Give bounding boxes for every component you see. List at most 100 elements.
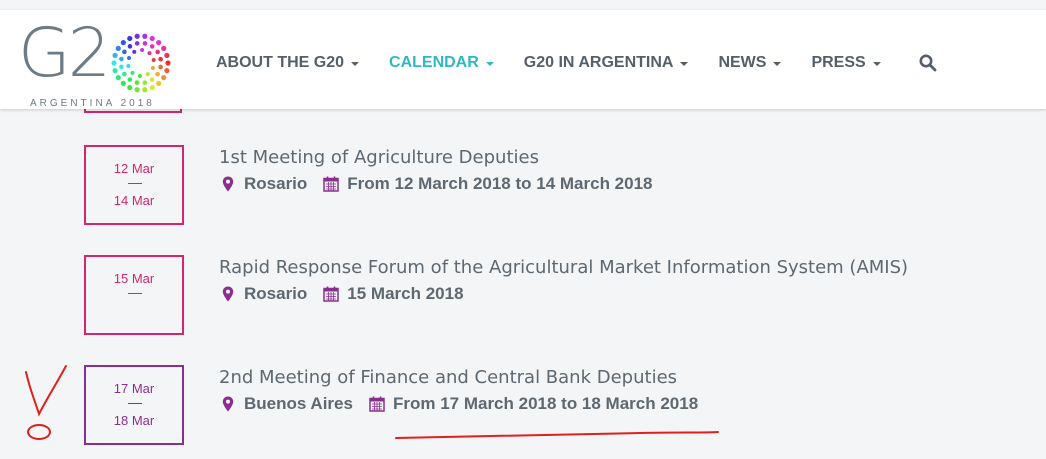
logo-dot: [140, 48, 145, 53]
event-date-box: 15 Mar: [84, 255, 184, 335]
event-dates: From 17 March 2018 to 18 March 2018: [392, 394, 699, 413]
logo-dot: [111, 60, 117, 66]
logo-dot: [149, 77, 155, 82]
nav-about[interactable]: ABOUT THE G20: [216, 54, 360, 72]
date-end: 14 Mar: [113, 193, 155, 208]
event-date-box: 17 Mar 18 Mar: [84, 365, 184, 445]
logo-dot: [158, 64, 163, 70]
logo-text: G2: [18, 14, 111, 93]
event-item: 15 Mar Rapid Response Forum of the Agric…: [0, 255, 1046, 335]
logo-dot: [161, 75, 167, 81]
logo-dot: [127, 35, 133, 42]
logo-dot: [120, 39, 126, 46]
site-header: G2 ARGENTINA 2018 ABOUT THE G20 CALENDAR…: [0, 10, 1046, 109]
nav-news[interactable]: NEWS: [718, 54, 782, 72]
event-title[interactable]: 2nd Meeting of Finance and Central Bank …: [219, 367, 677, 388]
logo-dot: [164, 68, 170, 74]
event-dates: From 12 March 2018 to 14 March 2018: [347, 174, 653, 193]
date-start: 12 Mar: [113, 161, 155, 176]
logo-dot: [155, 71, 160, 77]
chevron-down-icon: [872, 62, 881, 66]
logo-dot: [151, 58, 156, 63]
location-pin-icon: [222, 396, 234, 412]
event-dates: 15 March 2018: [347, 284, 464, 303]
logo-dot: [127, 44, 133, 49]
logo-dot: [156, 80, 162, 87]
event-title[interactable]: Rapid Response Forum of the Agricultural…: [219, 257, 908, 278]
logo-dot: [127, 77, 133, 82]
event-meta: Buenos Aires From 17 March 2018 to 18 Ma…: [222, 393, 698, 415]
location-pin-icon: [222, 176, 234, 192]
logo-dot: [149, 44, 155, 49]
nav-g20-in-argentina[interactable]: G20 IN ARGENTINA: [524, 54, 689, 72]
logo-dot: [137, 73, 142, 78]
logo-dot: [149, 35, 155, 42]
logo-dot: [127, 84, 133, 91]
logo-dot: [142, 80, 148, 85]
logo-dot: [145, 72, 150, 77]
logo-dot: [130, 70, 135, 75]
logo-dot: [164, 52, 170, 58]
logo-dot: [126, 63, 131, 68]
logo-dot: [119, 56, 124, 62]
location-pin-icon: [222, 286, 234, 302]
logo-dot: [134, 41, 140, 46]
logo-dot: [115, 75, 121, 81]
logo-dot: [115, 45, 121, 51]
nav-label: G20 IN ARGENTINA: [523, 54, 674, 71]
date-separator: [128, 183, 142, 184]
nav-press[interactable]: PRESS: [811, 54, 881, 72]
logo-dot: [155, 49, 160, 55]
event-date-box: 12 Mar 14 Mar: [84, 145, 184, 225]
event-location: Rosario: [244, 284, 308, 303]
calendar-icon: [323, 286, 340, 302]
chevron-down-icon: [485, 62, 494, 66]
logo-dot: [112, 68, 118, 74]
date-end: 18 Mar: [113, 413, 155, 428]
event-meta: Rosario From 12 March 2018 to 14 March 2…: [222, 173, 653, 195]
logo-dot: [134, 33, 140, 39]
event-meta: Rosario 15 March 2018: [222, 283, 464, 305]
logo-dot: [127, 55, 132, 60]
event-title[interactable]: 1st Meeting of Agriculture Deputies: [219, 147, 539, 168]
event-item: 17 Mar 18 Mar 2nd Meeting of Finance and…: [0, 365, 1046, 445]
date-separator: [128, 293, 142, 294]
logo-dot: [122, 49, 127, 55]
logo-dot: [142, 33, 148, 39]
logo-dot: [112, 52, 118, 58]
logo-dot: [122, 71, 127, 77]
logo-dot: [134, 80, 140, 85]
nav-label: CALENDAR: [389, 54, 479, 71]
sun-logo-icon: [111, 33, 171, 93]
logo-subtitle: ARGENTINA 2018: [30, 98, 155, 109]
logo-dot: [149, 84, 155, 91]
date-separator: [128, 403, 142, 404]
chevron-down-icon: [680, 62, 689, 66]
nav-label: NEWS: [718, 54, 767, 71]
logo-dot: [158, 56, 163, 62]
logo-dot: [147, 51, 152, 56]
event-item: 12 Mar 14 Mar 1st Meeting of Agriculture…: [0, 145, 1046, 225]
nav-label: ABOUT THE G20: [216, 54, 345, 71]
nav-label: PRESS: [811, 54, 866, 71]
calendar-icon: [323, 176, 340, 192]
date-start: 15 Mar: [113, 271, 155, 286]
nav-calendar[interactable]: CALENDAR: [389, 54, 494, 72]
logo-dot: [156, 39, 162, 46]
logo-dot: [120, 80, 126, 87]
g20-argentina-logo[interactable]: G2 ARGENTINA 2018: [18, 14, 178, 110]
calendar-icon: [369, 396, 385, 412]
logo-dot: [142, 41, 148, 46]
logo-dot: [150, 66, 155, 71]
logo-dot: [165, 60, 171, 66]
logo-dot: [132, 49, 137, 54]
event-location: Buenos Aires: [244, 394, 353, 413]
chevron-down-icon: [351, 62, 360, 66]
chevron-down-icon: [773, 62, 782, 66]
logo-dot: [161, 45, 167, 51]
date-start: 17 Mar: [113, 381, 155, 396]
event-location: Rosario: [244, 174, 308, 193]
main-nav: ABOUT THE G20 CALENDAR G20 IN ARGENTINA …: [216, 51, 937, 75]
logo-dot: [119, 64, 124, 70]
search-icon[interactable]: [919, 54, 937, 72]
